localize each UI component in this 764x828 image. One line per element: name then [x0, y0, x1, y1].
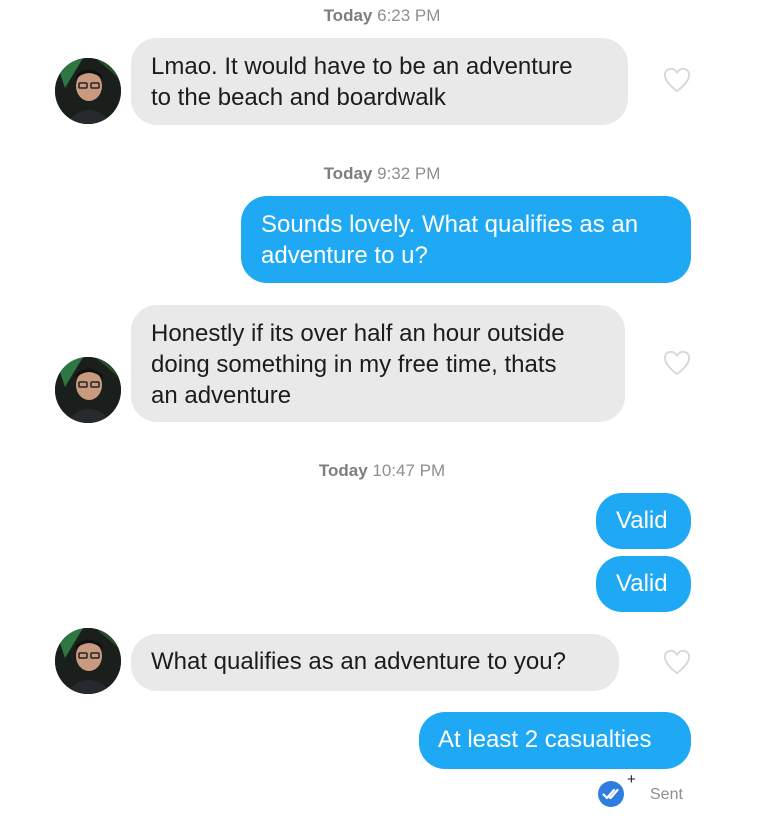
message-text: Valid: [616, 507, 668, 534]
timestamp-time: 6:23 PM: [377, 6, 441, 25]
message-text: to the beach and boardwalk: [151, 84, 446, 111]
contact-avatar[interactable]: [55, 628, 121, 694]
avatar-photo: [55, 58, 121, 124]
sent-status-label: Sent: [650, 786, 683, 803]
read-receipt: +: [596, 771, 640, 811]
incoming-bubble[interactable]: Honestly if its over half an hour outsid…: [131, 305, 625, 422]
timestamp: Today 10:47 PM: [0, 461, 764, 481]
contact-avatar[interactable]: [55, 357, 121, 423]
outgoing-bubble[interactable]: Valid: [596, 493, 691, 549]
message-text: an adventure: [151, 382, 292, 409]
message-text: Sounds lovely. What qualifies as an: [261, 211, 639, 238]
timestamp-day: Today: [323, 164, 373, 183]
incoming-bubble[interactable]: Lmao. It would have to be an adventure t…: [131, 38, 628, 125]
outgoing-bubble[interactable]: At least 2 casualties: [419, 712, 691, 769]
message-text: What qualifies as an adventure to you?: [151, 648, 566, 675]
incoming-message-row: Lmao. It would have to be an adventure t…: [0, 38, 764, 128]
outgoing-bubble[interactable]: Sounds lovely. What qualifies as an adve…: [241, 196, 691, 283]
contact-avatar[interactable]: [55, 58, 121, 124]
incoming-message-row: Honestly if its over half an hour outsid…: [0, 305, 764, 423]
incoming-message-row: What qualifies as an adventure to you?: [0, 628, 764, 698]
heart-outline-icon[interactable]: [662, 648, 692, 676]
timestamp-time: 10:47 PM: [372, 461, 446, 480]
avatar-photo: [55, 357, 121, 423]
heart-outline-icon[interactable]: [662, 66, 692, 94]
timestamp: Today 9:32 PM: [0, 164, 764, 184]
incoming-bubble[interactable]: What qualifies as an adventure to you?: [131, 634, 619, 691]
message-text: Valid: [616, 570, 668, 597]
outgoing-bubble[interactable]: Valid: [596, 556, 691, 612]
timestamp-time: 9:32 PM: [377, 164, 441, 183]
message-text: Honestly if its over half an hour outsid…: [151, 320, 565, 347]
message-text: At least 2 casualties: [438, 726, 652, 753]
avatar-photo: [55, 628, 121, 694]
timestamp-day: Today: [318, 461, 368, 480]
message-text: doing something in my free time, thats: [151, 351, 557, 378]
message-text: adventure to u?: [261, 242, 428, 269]
message-text: Lmao. It would have to be an adventure: [151, 53, 573, 80]
timestamp-day: Today: [323, 6, 373, 25]
heart-outline-icon[interactable]: [662, 349, 692, 377]
receipt-plus: +: [627, 771, 636, 788]
timestamp: Today 6:23 PM: [0, 6, 764, 26]
